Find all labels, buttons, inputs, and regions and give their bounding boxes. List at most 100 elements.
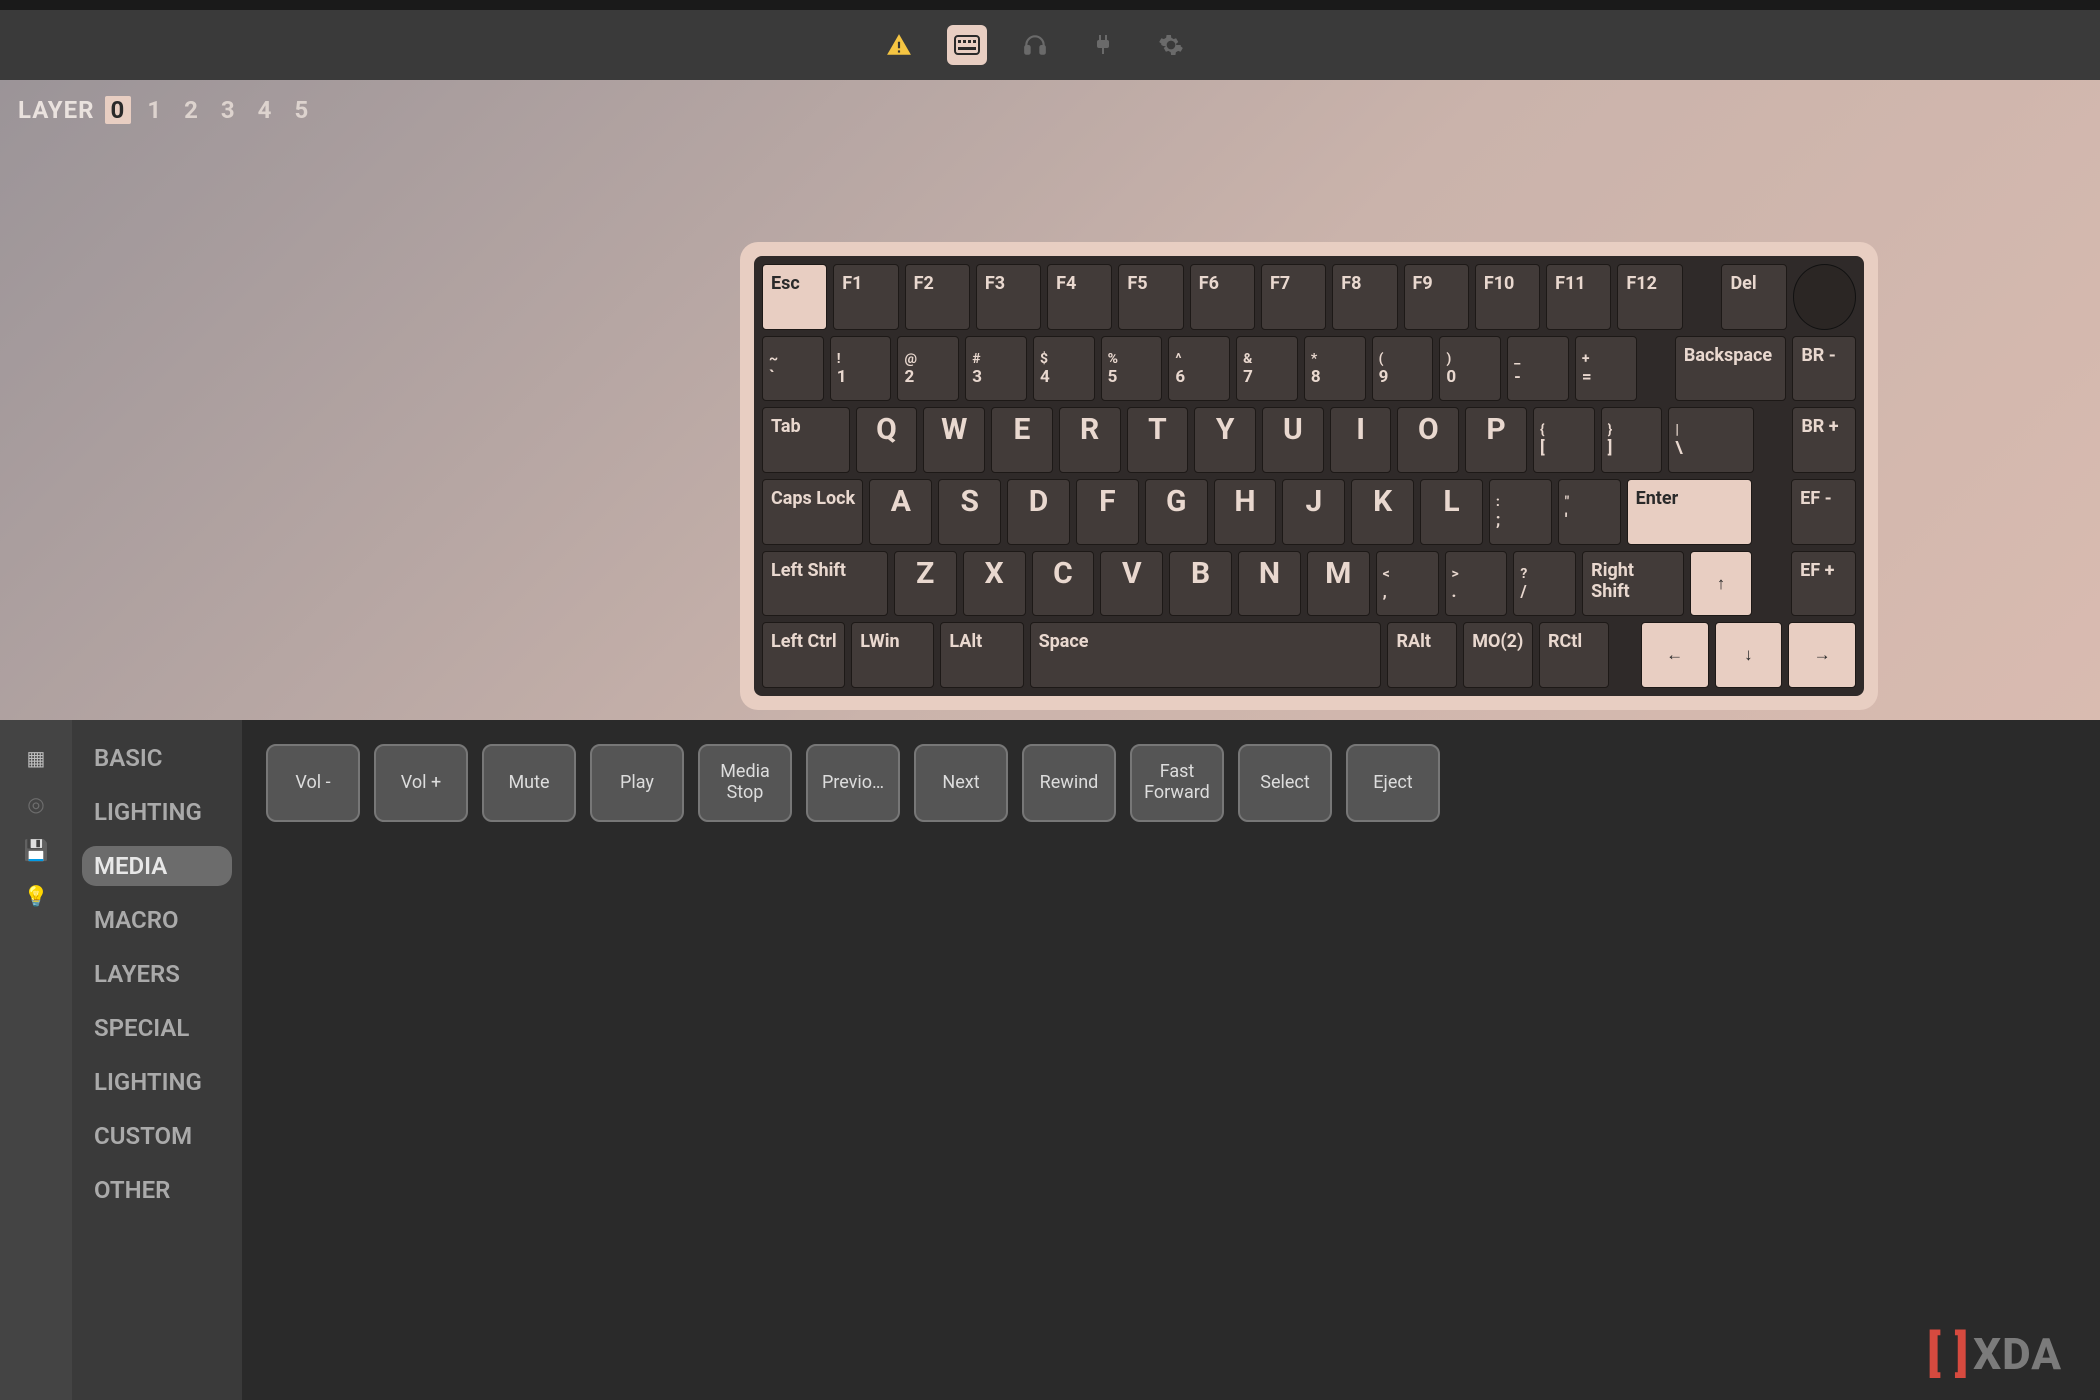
- key-mo2[interactable]: MO(2): [1463, 622, 1533, 688]
- key-4[interactable]: $4: [1033, 336, 1095, 402]
- key-lshift[interactable]: Left Shift: [762, 551, 888, 617]
- key-6[interactable]: ^6: [1168, 336, 1230, 402]
- layer-2[interactable]: 2: [178, 96, 205, 124]
- key-e[interactable]: E: [991, 407, 1053, 473]
- rail-target-icon[interactable]: ◎: [22, 790, 50, 818]
- key-ef-minus[interactable]: EF -: [1791, 479, 1856, 545]
- key-f8[interactable]: F8: [1332, 264, 1397, 330]
- key-br-plus[interactable]: BR +: [1792, 407, 1856, 473]
- key-5[interactable]: %5: [1101, 336, 1163, 402]
- key-n[interactable]: N: [1238, 551, 1301, 617]
- key-f5[interactable]: F5: [1118, 264, 1183, 330]
- rail-bulb-icon[interactable]: 💡: [22, 882, 50, 910]
- key-rshift[interactable]: Right Shift: [1582, 551, 1683, 617]
- chip-media-stop[interactable]: Media Stop: [698, 744, 792, 822]
- gear-icon[interactable]: [1151, 25, 1191, 65]
- key-equal[interactable]: +=: [1575, 336, 1637, 402]
- key-7[interactable]: &7: [1236, 336, 1298, 402]
- plug-icon[interactable]: [1083, 25, 1123, 65]
- key-1[interactable]: !1: [830, 336, 892, 402]
- cat-custom[interactable]: CUSTOM: [82, 1116, 232, 1156]
- key-f1[interactable]: F1: [833, 264, 898, 330]
- key-rbracket[interactable]: }]: [1601, 407, 1663, 473]
- key-quote[interactable]: "': [1558, 479, 1621, 545]
- key-tab[interactable]: Tab: [762, 407, 850, 473]
- key-f6[interactable]: F6: [1190, 264, 1255, 330]
- key-period[interactable]: >.: [1445, 551, 1508, 617]
- chip-select[interactable]: Select: [1238, 744, 1332, 822]
- key-f[interactable]: F: [1076, 479, 1139, 545]
- key-br-minus[interactable]: BR -: [1792, 336, 1856, 402]
- key-minus[interactable]: _-: [1507, 336, 1569, 402]
- key-space[interactable]: Space: [1030, 622, 1382, 688]
- key-p[interactable]: P: [1465, 407, 1527, 473]
- key-comma[interactable]: <,: [1376, 551, 1439, 617]
- chip-mute[interactable]: Mute: [482, 744, 576, 822]
- key-2[interactable]: @2: [897, 336, 959, 402]
- key-s[interactable]: S: [938, 479, 1001, 545]
- key-h[interactable]: H: [1214, 479, 1277, 545]
- cat-media[interactable]: MEDIA: [82, 846, 232, 886]
- key-lbracket[interactable]: {[: [1533, 407, 1595, 473]
- key-grave[interactable]: ~`: [762, 336, 824, 402]
- key-backslash[interactable]: |\: [1668, 407, 1754, 473]
- cat-lighting-2[interactable]: LIGHTING: [82, 1062, 232, 1102]
- key-lctrl[interactable]: Left Ctrl: [762, 622, 845, 688]
- key-l[interactable]: L: [1420, 479, 1483, 545]
- key-o[interactable]: O: [1397, 407, 1459, 473]
- chip-vol-plus[interactable]: Vol +: [374, 744, 468, 822]
- chip-rewind[interactable]: Rewind: [1022, 744, 1116, 822]
- rail-save-icon[interactable]: 💾: [22, 836, 50, 864]
- key-u[interactable]: U: [1262, 407, 1324, 473]
- cat-macro[interactable]: MACRO: [82, 900, 232, 940]
- cat-other[interactable]: OTHER: [82, 1170, 232, 1210]
- rail-keymap-icon[interactable]: ▦: [22, 744, 50, 772]
- key-ralt[interactable]: RAlt: [1387, 622, 1457, 688]
- chip-play[interactable]: Play: [590, 744, 684, 822]
- key-f9[interactable]: F9: [1404, 264, 1469, 330]
- key-9[interactable]: (9: [1372, 336, 1434, 402]
- layer-0[interactable]: 0: [105, 96, 132, 124]
- key-3[interactable]: #3: [965, 336, 1027, 402]
- key-q[interactable]: Q: [856, 407, 918, 473]
- headset-icon[interactable]: [1015, 25, 1055, 65]
- rotary-knob[interactable]: [1793, 264, 1856, 330]
- chip-next[interactable]: Next: [914, 744, 1008, 822]
- key-enter[interactable]: Enter: [1627, 479, 1753, 545]
- key-b[interactable]: B: [1169, 551, 1232, 617]
- key-f11[interactable]: F11: [1546, 264, 1611, 330]
- key-esc[interactable]: Esc: [762, 264, 827, 330]
- cat-lighting[interactable]: LIGHTING: [82, 792, 232, 832]
- key-f3[interactable]: F3: [976, 264, 1041, 330]
- key-d[interactable]: D: [1007, 479, 1070, 545]
- cat-special[interactable]: SPECIAL: [82, 1008, 232, 1048]
- key-f2[interactable]: F2: [905, 264, 970, 330]
- key-ef-plus[interactable]: EF +: [1791, 551, 1856, 617]
- chip-eject[interactable]: Eject: [1346, 744, 1440, 822]
- key-f7[interactable]: F7: [1261, 264, 1326, 330]
- key-f12[interactable]: F12: [1617, 264, 1682, 330]
- key-0[interactable]: )0: [1439, 336, 1501, 402]
- chip-previous[interactable]: Previo…: [806, 744, 900, 822]
- key-up[interactable]: ↑: [1690, 551, 1753, 617]
- key-g[interactable]: G: [1145, 479, 1208, 545]
- key-f4[interactable]: F4: [1047, 264, 1112, 330]
- layer-4[interactable]: 4: [252, 96, 279, 124]
- key-t[interactable]: T: [1127, 407, 1189, 473]
- key-x[interactable]: X: [963, 551, 1026, 617]
- key-lwin[interactable]: LWin: [851, 622, 934, 688]
- cat-basic[interactable]: BASIC: [82, 738, 232, 778]
- key-down[interactable]: ↓: [1715, 622, 1783, 688]
- key-8[interactable]: *8: [1304, 336, 1366, 402]
- layer-5[interactable]: 5: [288, 96, 315, 124]
- key-y[interactable]: Y: [1194, 407, 1256, 473]
- warning-icon[interactable]: [879, 25, 919, 65]
- key-a[interactable]: A: [869, 479, 932, 545]
- layer-3[interactable]: 3: [215, 96, 242, 124]
- key-j[interactable]: J: [1282, 479, 1345, 545]
- cat-layers[interactable]: LAYERS: [82, 954, 232, 994]
- layer-1[interactable]: 1: [141, 96, 168, 124]
- key-capslock[interactable]: Caps Lock: [762, 479, 863, 545]
- key-v[interactable]: V: [1100, 551, 1163, 617]
- key-semicolon[interactable]: :;: [1489, 479, 1552, 545]
